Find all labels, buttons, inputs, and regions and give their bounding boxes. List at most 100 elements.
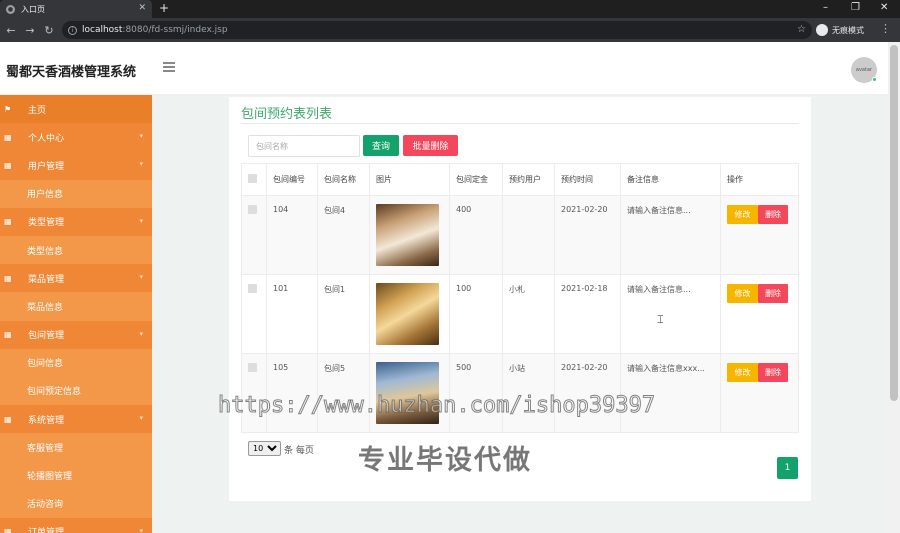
sidebar-item-label: 订单管理 [28,525,64,533]
chevron-icon: ▾ [139,160,143,169]
chevron-icon: ▾ [139,329,143,338]
sidebar-group[interactable]: ▦ 包间管理 ▾ [0,320,152,349]
row-checkbox[interactable] [248,363,257,372]
incognito-indicator[interactable]: 无痕模式 [816,21,864,39]
col-header: 包间名称 [317,163,370,196]
row-select-cell [241,274,267,354]
sidebar-group[interactable]: ▦ 类型管理 ▾ [0,207,152,236]
sidebar-item-label: 类型管理 [28,218,65,229]
sidebar-subitem[interactable]: 活动咨询 [0,489,152,518]
close-tab-icon[interactable]: ✕ [138,3,146,13]
info-icon[interactable]: i [68,25,77,35]
chevron-icon: ▾ [139,414,143,423]
room-deposit: 400 [449,195,503,275]
restore-icon[interactable]: ❐ [851,2,860,14]
url-host: localhost [82,25,123,35]
col-header: 操作 [720,163,799,196]
row-checkbox[interactable] [248,205,257,214]
url-path: :8080/fd-ssmj/index.jsp [122,25,228,35]
query-button[interactable]: 查询 [363,135,399,156]
col-header: 包间编号 [266,163,318,196]
grid-icon: ▦ [4,330,12,340]
select-all-cell [241,163,267,196]
grid-icon: ▦ [4,273,12,283]
room-image [376,283,439,345]
edit-button[interactable]: 修改 [727,205,758,224]
row-checkbox[interactable] [248,284,257,293]
page-scrollbar-thumb[interactable] [890,45,898,401]
booking-note: 请输入备注信息... [620,274,721,354]
sidebar-subitem[interactable]: 类型信息 [0,235,152,265]
browser-tab-title: 入口页 [21,4,45,14]
reload-icon[interactable]: ↻ [41,24,57,37]
sidebar-group[interactable]: ▦ 个人中心 ▾ [0,123,152,152]
booking-note: 请输入备注信息... [620,195,721,275]
col-header: 预约用户 [502,163,555,196]
sidebar-group[interactable]: ▦ 用户管理 ▾ [0,151,152,180]
edit-button[interactable]: 修改 [727,284,758,303]
back-icon[interactable]: ← [3,24,19,37]
row-actions: 修改 删除 [720,353,799,433]
sidebar-item-label: 类型信息 [27,246,64,257]
sidebar-group[interactable]: ▦ 菜品管理 ▾ [0,264,152,293]
delete-button[interactable]: 删除 [758,284,788,303]
grid-icon: ▦ [4,527,12,533]
sidebar-subitem[interactable]: 轮播图管理 [0,461,152,490]
browser-toolbar: ← → ↻ i localhost :8080/fd-ssmj/index.js… [0,18,900,42]
booking-user [502,195,555,275]
sidebar-subitem[interactable]: 包间预定信息 [0,376,152,406]
watermark-slogan: 专业毕设代做 [358,445,532,476]
hamburger-menu-icon[interactable] [163,62,175,72]
new-tab-icon[interactable]: + [159,2,169,14]
page-size-label: 条 每页 [284,446,314,456]
app-header: 蜀都天香酒楼管理系统 avatar [0,42,888,95]
avatar[interactable]: avatar [851,57,877,83]
grid-icon: ▦ [4,160,12,170]
browser-menu-icon[interactable]: ⋮ [880,22,891,35]
title-divider [241,123,799,124]
booking-date: 2021-02-18 [554,274,621,354]
browser-tab[interactable]: ● 入口页 ✕ [0,0,152,18]
sidebar-item-home[interactable]: ⚑ 主页 [0,95,152,124]
room-name-search-input[interactable] [248,135,360,157]
col-header: 图片 [369,163,450,196]
sidebar-subitem[interactable]: 包间信息 [0,348,152,377]
pagination-current-page[interactable]: 1 [777,457,798,479]
edit-button[interactable]: 修改 [727,363,758,382]
address-bar[interactable]: i localhost :8080/fd-ssmj/index.jsp ☆ [62,21,812,39]
sidebar: ⚑ 主页 ▦ 个人中心 ▾ ▦ 用户管理 ▾ 用户信息 ▦ 类型管理 ▾ 类型信息 ▦ 菜品管理 ▾ 菜品信息 ▦… [0,95,152,533]
sidebar-group[interactable]: ▦ 订单管理 ▾ [0,517,152,533]
delete-button[interactable]: 删除 [758,363,788,382]
table-header-row: 包间编号 包间名称 图片 包间定金 预约用户 预约时间 备注信息 操作 [241,163,799,196]
mouse-cursor-icon: ⌶ [657,313,664,326]
delete-button[interactable]: 删除 [758,205,788,224]
forward-icon[interactable]: → [22,24,38,37]
watermark-url: https://www.huzhan.com/ishop39397 [217,393,656,419]
room-no: 101 [266,274,318,354]
sidebar-item-label: 包间管理 [28,331,65,342]
sidebar-item-label: 菜品管理 [28,274,65,285]
bookmark-star-icon[interactable]: ☆ [797,24,806,35]
batch-delete-button[interactable]: 批量删除 [403,135,458,156]
chevron-icon: ▾ [139,216,143,225]
grid-icon: ▦ [4,217,12,227]
table-row: 101 包间1 100 小札 2021-02-18 请输入备注信息... 修改删… [241,274,799,354]
sidebar-item-label: 用户管理 [28,161,65,172]
col-header: 备注信息 [620,163,721,196]
sidebar-item-label: 轮播图管理 [27,472,73,483]
page-size-select[interactable]: 10 [248,441,281,456]
row-actions: 修改 删除 [720,274,799,354]
chevron-icon: ▾ [139,132,143,141]
online-status-dot [872,77,877,82]
minimize-icon[interactable]: – [823,2,828,14]
flag-icon: ⚑ [4,104,12,114]
sidebar-subitem[interactable]: 客服管理 [0,433,152,462]
room-image-cell [369,195,450,275]
room-name: 包间4 [317,195,370,275]
sidebar-subitem[interactable]: 菜品信息 [0,292,152,321]
close-window-icon[interactable]: ✕ [880,2,888,14]
select-all-checkbox[interactable] [248,174,257,183]
sidebar-item-label: 活动咨询 [27,500,64,511]
sidebar-group[interactable]: ▦ 系统管理 ▾ [0,405,152,434]
sidebar-subitem[interactable]: 用户信息 [0,179,152,208]
